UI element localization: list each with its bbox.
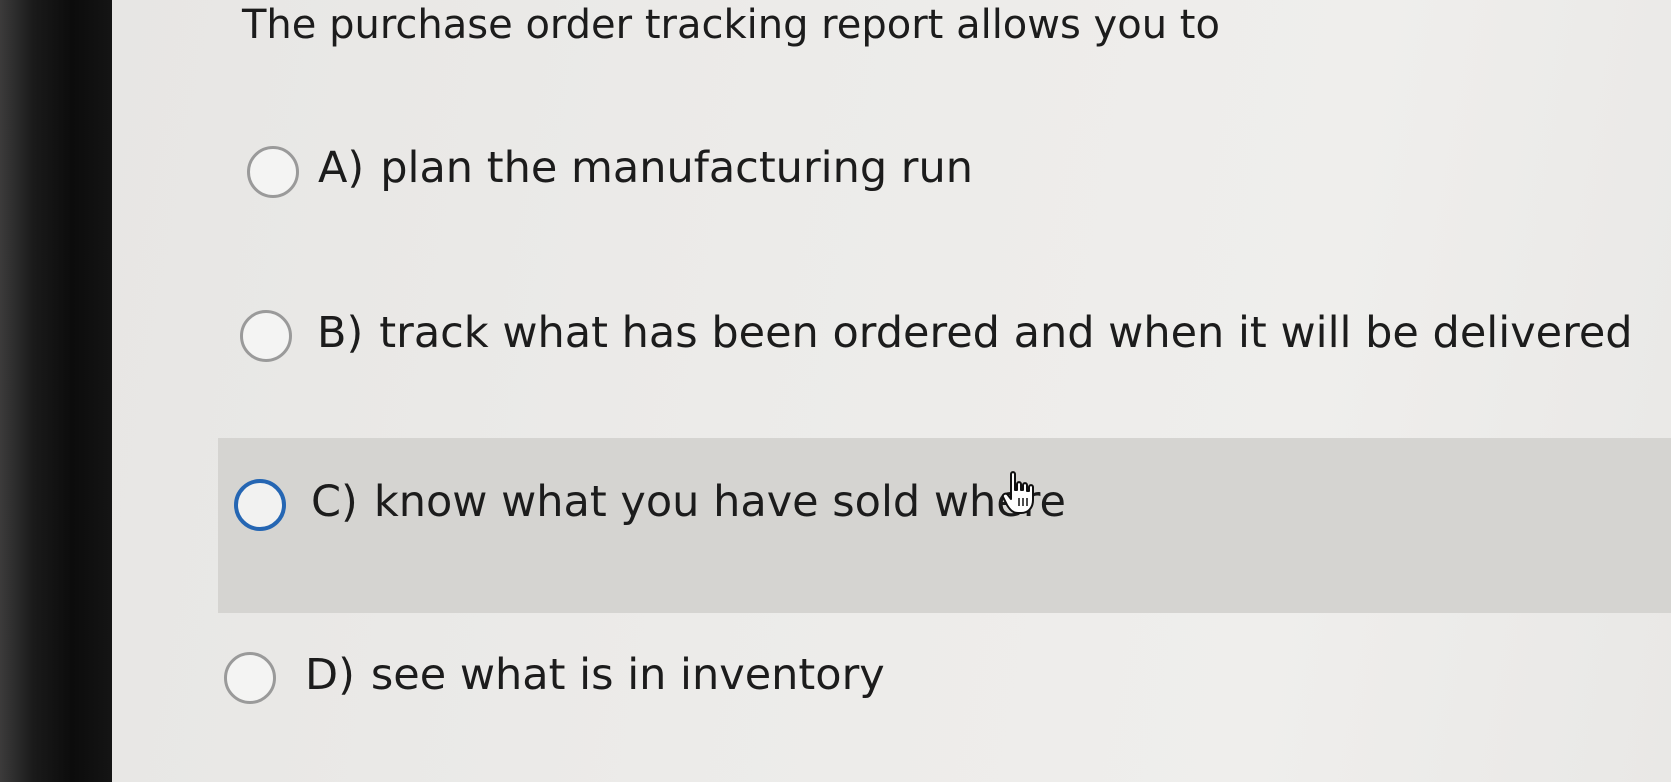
option-b-letter: B) (317, 308, 364, 358)
option-d-letter: D) (305, 650, 355, 700)
option-c-letter: C) (311, 477, 358, 527)
option-a-label[interactable]: A) plan the manufacturing run (318, 143, 973, 193)
radio-option-c[interactable] (234, 479, 286, 531)
option-b-label[interactable]: B) track what has been ordered and when i… (317, 308, 1633, 358)
radio-option-b[interactable] (240, 310, 292, 362)
hand-pointer-icon (1001, 471, 1034, 514)
option-d-label[interactable]: D) see what is in inventory (305, 650, 885, 700)
option-b-text: track what has been ordered and when it … (379, 308, 1633, 358)
radio-option-a[interactable] (247, 146, 299, 198)
question-text: The purchase order tracking report allow… (242, 2, 1220, 48)
option-a-letter: A) (318, 143, 365, 193)
option-c-text: know what you have sold where (373, 477, 1066, 527)
option-c-label[interactable]: C) know what you have sold where (311, 477, 1066, 527)
monitor-bezel (0, 0, 120, 782)
option-d-text: see what is in inventory (370, 650, 885, 700)
option-a-text: plan the manufacturing run (380, 143, 973, 193)
radio-option-d[interactable] (224, 652, 276, 704)
